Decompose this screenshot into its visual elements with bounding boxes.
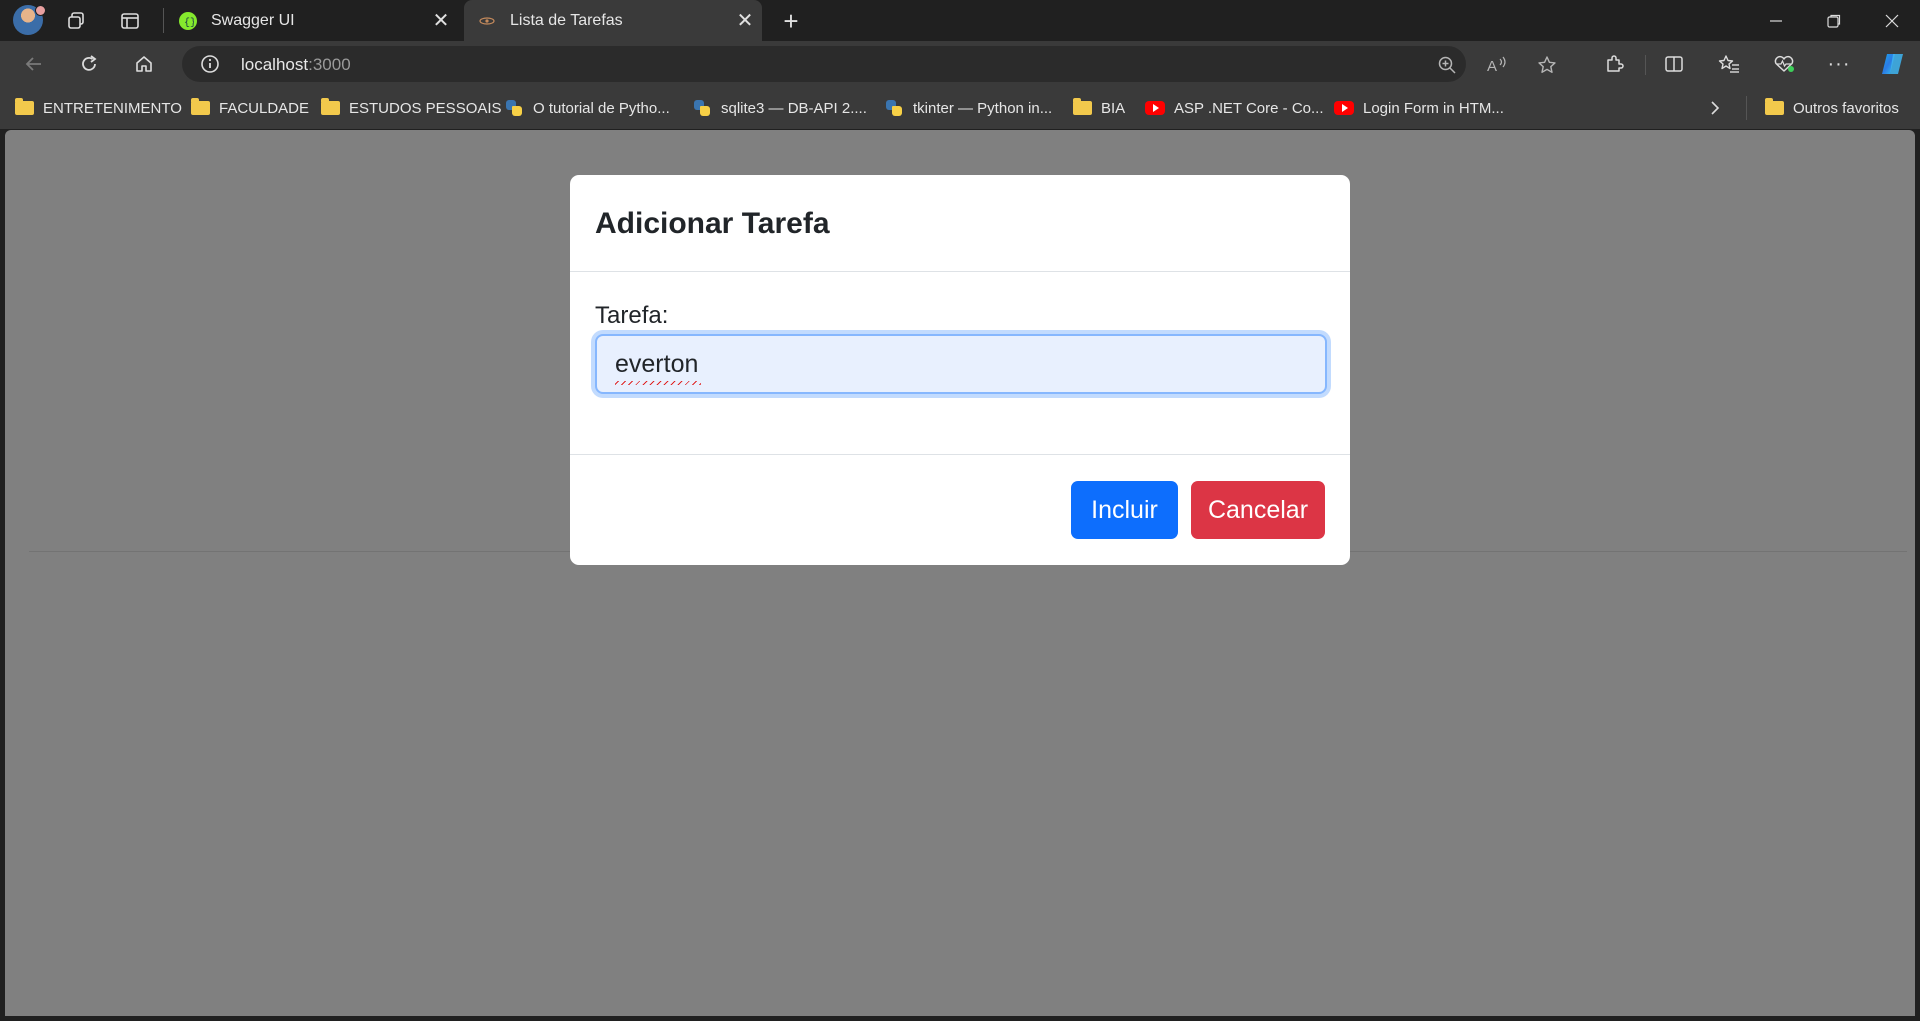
bookmark-label: ESTUDOS PESSOAIS [349,99,502,117]
browser-toolbar: localhost:3000 A ··· [0,41,1920,87]
vertical-tabs-icon[interactable] [117,8,143,34]
folder-icon [1072,98,1092,117]
folder-icon [190,98,210,117]
youtube-icon [1145,99,1165,117]
zoom-icon[interactable] [1435,53,1459,77]
cancel-button[interactable]: Cancelar [1191,481,1325,539]
favorites-icon[interactable] [1713,48,1745,80]
browser-essentials-icon[interactable] [1768,48,1800,80]
tab-title: Swagger UI [211,11,295,29]
bookmark-python-tutorial[interactable]: O tutorial de Pytho... [504,96,670,120]
home-button[interactable] [128,48,160,80]
bookmark-label: ASP .NET Core - Co... [1174,99,1324,117]
python-icon [692,99,712,117]
bookmark-login-form[interactable]: Login Form in HTM... [1334,96,1504,120]
tab-title: Lista de Tarefas [510,11,623,29]
svg-text:A: A [1487,58,1497,75]
tab-close-icon[interactable]: ✕ [424,4,458,38]
url-host: localhost [241,55,309,74]
site-info-icon[interactable] [200,54,220,74]
toolbar-divider [1645,55,1646,75]
bookmark-tkinter[interactable]: tkinter — Python in... [884,96,1052,120]
react-icon [478,12,496,30]
bookmark-faculdade[interactable]: FACULDADE [190,96,309,120]
tab-close-icon[interactable]: ✕ [728,4,762,38]
bookmark-sqlite3[interactable]: sqlite3 — DB-API 2.... [692,96,867,120]
profile-badge-icon [35,5,46,16]
bookmark-label: sqlite3 — DB-API 2.... [721,99,867,117]
bookmark-label: FACULDADE [219,99,310,117]
task-field-label: Tarefa: [595,302,669,329]
folder-icon [14,98,34,117]
copilot-icon[interactable] [1877,48,1909,80]
extensions-icon[interactable] [1598,48,1630,80]
python-icon [884,99,904,117]
browser-tab-strip: {} Swagger UI ✕ Lista de Tarefas ✕ + [0,0,1920,41]
read-aloud-icon[interactable]: A [1485,53,1509,77]
bookmarks-overflow-chevron-icon[interactable] [1708,96,1722,120]
bookmark-bia[interactable]: BIA [1072,96,1125,120]
bookmark-outros-favoritos[interactable]: Outros favoritos [1764,96,1899,120]
youtube-icon [1334,99,1354,117]
tab-swagger-ui[interactable]: {} Swagger UI ✕ [165,0,458,41]
modal-footer: Incluir Cancelar [570,454,1350,566]
bookmark-label: tkinter — Python in... [913,99,1053,117]
workspaces-icon[interactable] [63,8,89,34]
swagger-icon: {} [179,11,197,30]
tab-divider [163,8,164,33]
bookmark-aspnet-core[interactable]: ASP .NET Core - Co... [1145,96,1324,120]
new-tab-button[interactable]: + [776,6,806,36]
bookmark-label: BIA [1101,99,1126,117]
back-button[interactable] [18,48,50,80]
favorite-star-icon[interactable] [1535,53,1559,77]
bookmark-label: Login Form in HTM... [1363,99,1504,117]
folder-icon [1764,98,1784,117]
add-task-modal: Adicionar Tarefa Tarefa: Incluir Cancela… [570,175,1350,565]
more-options-icon[interactable]: ··· [1823,48,1855,80]
bookmark-label: O tutorial de Pytho... [533,99,670,117]
reload-button[interactable] [73,48,105,80]
url-port: :3000 [308,55,351,74]
close-window-button[interactable] [1864,0,1920,41]
bookmark-estudos-pessoais[interactable]: ESTUDOS PESSOAIS [320,96,502,120]
bookmark-entretenimento[interactable]: ENTRETENIMENTO [14,96,182,120]
spellcheck-underline [615,381,701,385]
modal-title: Adicionar Tarefa [595,207,830,240]
folder-icon [320,98,340,117]
restore-button[interactable] [1806,0,1862,41]
bookmark-label: ENTRETENIMENTO [43,99,182,117]
bookmark-label: Outros favoritos [1793,99,1899,117]
bookmarks-divider [1746,96,1747,120]
modal-header: Adicionar Tarefa [570,175,1350,272]
minimize-button[interactable] [1748,0,1804,41]
tab-lista-de-tarefas[interactable]: Lista de Tarefas ✕ [464,0,762,41]
include-button[interactable]: Incluir [1071,481,1178,539]
split-screen-icon[interactable] [1658,48,1690,80]
bookmarks-bar: ENTRETENIMENTO FACULDADE ESTUDOS PESSOAI… [0,87,1920,129]
svg-text:{}: {} [184,17,194,27]
address-bar[interactable]: localhost:3000 A [182,46,1556,82]
url-text[interactable]: localhost:3000 [241,55,351,75]
python-icon [504,99,524,117]
task-input[interactable] [595,334,1327,394]
